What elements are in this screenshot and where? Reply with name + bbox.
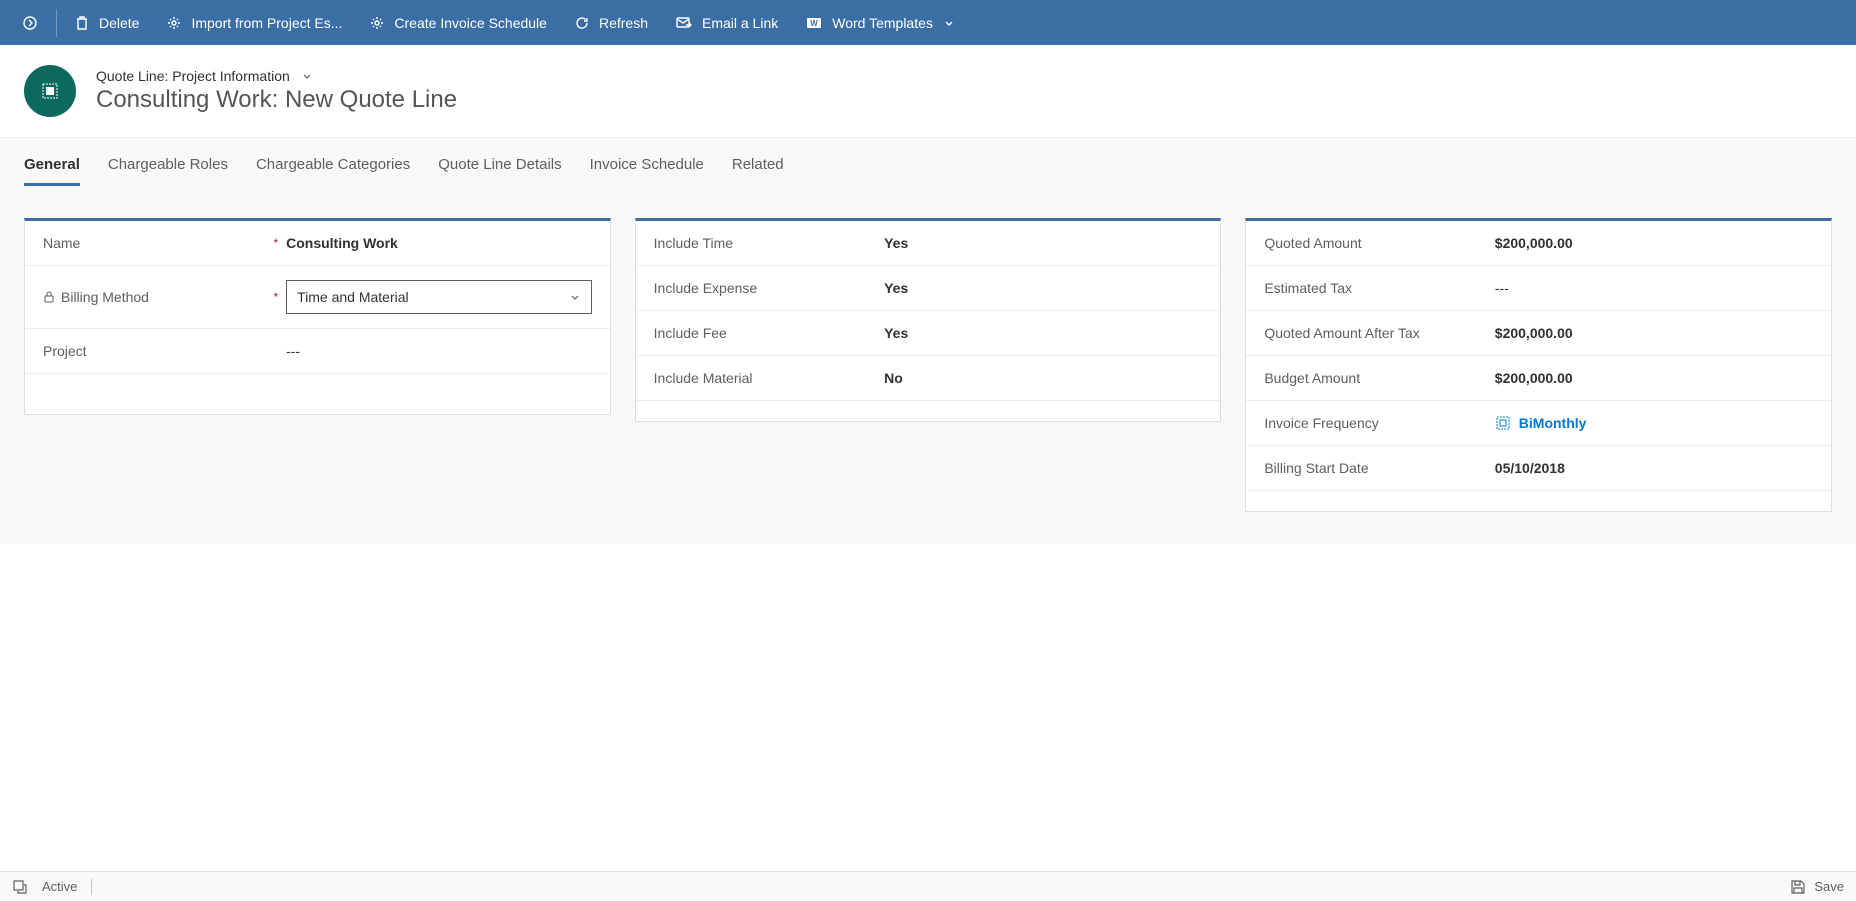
refresh-button[interactable]: Refresh (561, 0, 662, 45)
row-include-material[interactable]: Include Material No (636, 356, 1221, 401)
lookup-icon (1495, 415, 1511, 431)
billing-method-value: Time and Material (297, 289, 409, 305)
tab-related[interactable]: Related (732, 156, 784, 186)
entity-icon (40, 81, 60, 101)
budget-amount-value: $200,000.00 (1495, 370, 1813, 386)
estimated-tax-label: Estimated Tax (1264, 280, 1352, 296)
tab-general[interactable]: General (24, 156, 80, 186)
name-label: Name (43, 235, 80, 251)
estimated-tax-value: --- (1495, 280, 1813, 296)
row-quoted-amount[interactable]: Quoted Amount $200,000.00 (1246, 221, 1831, 266)
delete-button[interactable]: Delete (61, 0, 153, 45)
include-expense-label: Include Expense (654, 280, 758, 296)
word-templates-button[interactable]: W Word Templates (792, 0, 969, 45)
tab-quote-line-details[interactable]: Quote Line Details (438, 156, 561, 186)
include-expense-value: Yes (884, 280, 1202, 296)
email-link-button[interactable]: Email a Link (662, 0, 792, 45)
quoted-after-tax-label: Quoted Amount After Tax (1264, 325, 1419, 341)
include-material-label: Include Material (654, 370, 753, 386)
required-marker: * (273, 236, 278, 250)
include-time-value: Yes (884, 235, 1202, 251)
status-bar: Active Save (0, 871, 1856, 901)
billing-method-select[interactable]: Time and Material (286, 280, 592, 314)
card-spacer (1246, 491, 1831, 511)
quoted-amount-label: Quoted Amount (1264, 235, 1361, 251)
row-name[interactable]: Name * Consulting Work (25, 221, 610, 266)
card-includes: Include Time Yes Include Expense Yes Inc… (635, 218, 1222, 422)
card-amounts: Quoted Amount $200,000.00 Estimated Tax … (1245, 218, 1832, 512)
row-include-expense[interactable]: Include Expense Yes (636, 266, 1221, 311)
row-budget-amount[interactable]: Budget Amount $200,000.00 (1246, 356, 1831, 401)
row-include-time[interactable]: Include Time Yes (636, 221, 1221, 266)
svg-text:W: W (810, 19, 818, 28)
refresh-label: Refresh (599, 15, 648, 31)
save-label: Save (1814, 879, 1844, 894)
card-grid: Name * Consulting Work Billing Method * … (0, 186, 1856, 544)
lock-icon (43, 291, 55, 303)
row-quoted-after-tax[interactable]: Quoted Amount After Tax $200,000.00 (1246, 311, 1831, 356)
card-basic-info: Name * Consulting Work Billing Method * … (24, 218, 611, 415)
invoice-frequency-value[interactable]: BiMonthly (1495, 415, 1813, 431)
page-header: Quote Line: Project Information Consulti… (0, 45, 1856, 137)
tab-chargeable-categories[interactable]: Chargeable Categories (256, 156, 410, 186)
email-link-label: Email a Link (702, 15, 778, 31)
create-invoice-schedule-label: Create Invoice Schedule (394, 15, 547, 31)
command-bar: Delete Import from Project Es... Create … (0, 0, 1856, 45)
breadcrumb[interactable]: Quote Line: Project Information (96, 68, 457, 84)
divider (56, 9, 57, 37)
save-icon (1790, 879, 1806, 895)
row-billing-method: Billing Method * Time and Material (25, 266, 610, 329)
billing-method-label: Billing Method (61, 289, 149, 305)
row-estimated-tax[interactable]: Estimated Tax --- (1246, 266, 1831, 311)
invoice-frequency-text: BiMonthly (1519, 415, 1587, 431)
entity-badge (24, 65, 76, 117)
row-include-fee[interactable]: Include Fee Yes (636, 311, 1221, 356)
row-billing-start-date[interactable]: Billing Start Date 05/10/2018 (1246, 446, 1831, 491)
billing-start-date-value: 05/10/2018 (1495, 460, 1813, 476)
tab-chargeable-roles[interactable]: Chargeable Roles (108, 156, 228, 186)
tab-invoice-schedule[interactable]: Invoice Schedule (590, 156, 704, 186)
quoted-after-tax-value: $200,000.00 (1495, 325, 1813, 341)
project-value: --- (286, 343, 592, 359)
card-spacer (636, 401, 1221, 421)
include-material-value: No (884, 370, 1202, 386)
name-value: Consulting Work (286, 235, 592, 251)
breadcrumb-text: Quote Line: Project Information (96, 68, 290, 84)
quoted-amount-value: $200,000.00 (1495, 235, 1813, 251)
include-fee-value: Yes (884, 325, 1202, 341)
include-time-label: Include Time (654, 235, 733, 251)
budget-amount-label: Budget Amount (1264, 370, 1360, 386)
popout-icon[interactable] (12, 879, 28, 895)
import-project-label: Import from Project Es... (191, 15, 342, 31)
popout-button[interactable] (8, 0, 52, 45)
row-invoice-frequency[interactable]: Invoice Frequency BiMonthly (1246, 401, 1831, 446)
project-label: Project (43, 343, 87, 359)
include-fee-label: Include Fee (654, 325, 727, 341)
required-marker: * (273, 290, 278, 304)
delete-label: Delete (99, 15, 139, 31)
card-spacer (25, 374, 610, 414)
billing-start-date-label: Billing Start Date (1264, 460, 1368, 476)
word-templates-label: Word Templates (832, 15, 933, 31)
save-button[interactable]: Save (1790, 879, 1844, 895)
chevron-down-icon (569, 291, 581, 303)
create-invoice-schedule-button[interactable]: Create Invoice Schedule (356, 0, 561, 45)
chevron-down-icon (300, 69, 314, 83)
tab-strip: General Chargeable Roles Chargeable Cate… (0, 137, 1856, 186)
row-project[interactable]: Project * --- (25, 329, 610, 374)
invoice-frequency-label: Invoice Frequency (1264, 415, 1378, 431)
separator (91, 879, 92, 895)
status-text: Active (42, 879, 77, 894)
page-title: Consulting Work: New Quote Line (96, 86, 457, 114)
import-project-button[interactable]: Import from Project Es... (153, 0, 356, 45)
